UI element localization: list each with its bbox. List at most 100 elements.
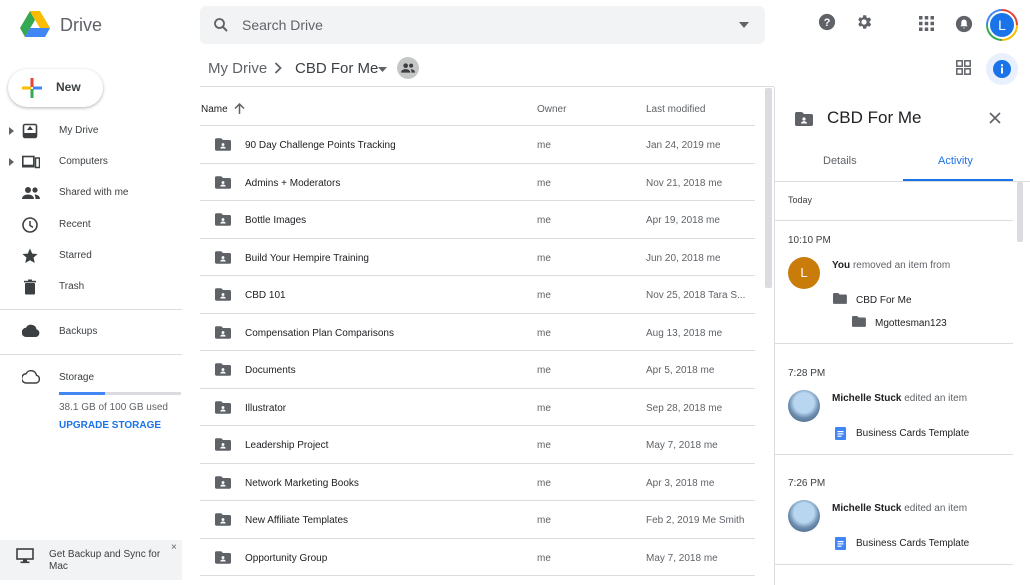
notifications-icon[interactable] bbox=[955, 15, 973, 33]
folder-menu-dropdown-icon[interactable] bbox=[378, 67, 387, 72]
help-icon[interactable]: ? bbox=[818, 13, 836, 31]
activity-item-link[interactable]: Mgottesman123 bbox=[875, 318, 947, 329]
activity-item-link[interactable]: Business Cards Template bbox=[856, 538, 969, 549]
table-row[interactable]: Illustrator me Sep 28, 2018 me bbox=[200, 389, 755, 426]
settings-icon[interactable] bbox=[855, 13, 873, 31]
account-initial: L bbox=[988, 11, 1016, 39]
file-list-scrollbar[interactable] bbox=[765, 88, 772, 288]
info-icon[interactable] bbox=[986, 53, 1018, 85]
search-options-icon[interactable] bbox=[739, 22, 749, 28]
expand-arrow-icon[interactable] bbox=[9, 158, 14, 166]
app-name[interactable]: Drive bbox=[60, 15, 102, 36]
expand-arrow-icon[interactable] bbox=[9, 127, 14, 135]
trash-icon bbox=[22, 279, 38, 295]
modified-by: me bbox=[708, 177, 723, 189]
sidebar-item-my-drive[interactable]: My Drive bbox=[0, 117, 182, 145]
modified-by: Tara S... bbox=[708, 290, 746, 301]
shared-folder-icon[interactable] bbox=[397, 57, 419, 79]
tab-activity[interactable]: Activity bbox=[938, 155, 973, 167]
shared-folder-icon bbox=[215, 138, 231, 151]
activity-scrollbar[interactable] bbox=[1017, 182, 1023, 242]
file-name[interactable]: Compensation Plan Comparisons bbox=[245, 328, 394, 339]
file-name[interactable]: CBD 101 bbox=[245, 290, 286, 301]
activity-divider bbox=[775, 343, 1013, 344]
modified-by: me bbox=[708, 327, 723, 339]
new-button[interactable]: New bbox=[8, 69, 103, 107]
star-icon bbox=[22, 248, 38, 264]
avatar[interactable]: L bbox=[788, 257, 820, 289]
breadcrumb-my-drive[interactable]: My Drive bbox=[208, 60, 267, 77]
table-row[interactable]: Documents me Apr 5, 2018 me bbox=[200, 351, 755, 389]
activity-actor[interactable]: Michelle Stuck bbox=[832, 393, 901, 404]
sidebar-item-computers[interactable]: Computers bbox=[0, 148, 182, 176]
modified-date: Sep 28, 2018 bbox=[646, 402, 706, 414]
modified-by: me bbox=[706, 215, 720, 226]
table-row[interactable]: Opportunity Group me May 7, 2018 me bbox=[200, 539, 755, 576]
column-header-name[interactable]: Name bbox=[201, 104, 228, 115]
table-row[interactable]: Build Your Hempire Training me Jun 20, 201… bbox=[200, 239, 755, 276]
tabs-divider bbox=[775, 181, 1030, 182]
activity-action: edited an item bbox=[904, 503, 968, 514]
file-name[interactable]: Documents bbox=[245, 365, 296, 376]
table-row[interactable]: Network Marketing Books me Apr 3, 2018 me bbox=[200, 464, 755, 501]
sidebar-item-storage[interactable]: Storage bbox=[0, 364, 182, 392]
file-name[interactable]: 90 Day Challenge Points Tracking bbox=[245, 140, 396, 151]
avatar[interactable] bbox=[788, 390, 820, 422]
sidebar-item-starred[interactable]: Starred bbox=[0, 242, 182, 270]
chevron-right-icon bbox=[274, 62, 282, 74]
file-name[interactable]: Illustrator bbox=[245, 403, 286, 414]
column-header-last-modified[interactable]: Last modified bbox=[646, 104, 705, 115]
search-bar[interactable]: Search Drive bbox=[200, 6, 765, 44]
activity-time: 10:10 PM bbox=[788, 235, 831, 246]
drive-logo-icon[interactable] bbox=[20, 11, 50, 38]
computers-icon bbox=[22, 154, 40, 170]
grid-view-icon[interactable] bbox=[956, 60, 971, 75]
table-row[interactable]: New Affiliate Templates me Feb 2, 2019 Me … bbox=[200, 501, 755, 539]
close-icon[interactable] bbox=[989, 112, 1001, 124]
sidebar-item-backups[interactable]: Backups bbox=[0, 318, 182, 346]
file-name[interactable]: Opportunity Group bbox=[245, 553, 327, 564]
cloud-outline-icon bbox=[22, 370, 40, 384]
apps-icon[interactable] bbox=[919, 16, 934, 31]
sidebar-divider bbox=[0, 354, 182, 355]
storage-usage-bar bbox=[59, 392, 181, 395]
backup-sync-promo[interactable]: Get Backup and Sync for Mac × bbox=[0, 540, 182, 580]
shared-folder-icon bbox=[215, 438, 231, 451]
table-row[interactable]: Leadership Project me May 7, 2018 me bbox=[200, 426, 755, 464]
account-avatar[interactable]: L bbox=[986, 9, 1018, 41]
file-name[interactable]: Build Your Hempire Training bbox=[245, 253, 369, 264]
search-icon[interactable] bbox=[212, 16, 230, 34]
file-owner: me bbox=[537, 402, 551, 414]
activity-item-link[interactable]: Business Cards Template bbox=[856, 428, 969, 439]
table-row[interactable]: Bottle Images me Apr 19, 2018 me bbox=[200, 201, 755, 239]
avatar[interactable] bbox=[788, 500, 820, 532]
clock-icon bbox=[22, 217, 38, 233]
sidebar-item-trash[interactable]: Trash bbox=[0, 273, 182, 301]
file-last-modified: Aug 13, 2018 me bbox=[646, 328, 722, 339]
sidebar-item-label: My Drive bbox=[59, 125, 99, 136]
sort-ascending-icon[interactable] bbox=[234, 103, 245, 115]
breadcrumb-current-folder[interactable]: CBD For Me bbox=[295, 60, 378, 77]
table-row[interactable]: CBD 101 me Nov 25, 2018 Tara S... bbox=[200, 276, 755, 314]
close-promo-icon[interactable]: × bbox=[171, 542, 177, 553]
file-name[interactable]: New Affiliate Templates bbox=[245, 515, 348, 526]
details-panel-title: CBD For Me bbox=[827, 108, 922, 127]
upgrade-storage-link[interactable]: UPGRADE STORAGE bbox=[59, 420, 161, 431]
file-name[interactable]: Network Marketing Books bbox=[245, 478, 359, 489]
search-input[interactable]: Search Drive bbox=[242, 17, 323, 33]
sidebar-item-shared[interactable]: Shared with me bbox=[0, 179, 182, 207]
table-row[interactable]: Compensation Plan Comparisons me Aug 13, 2… bbox=[200, 314, 755, 351]
activity-item-link[interactable]: CBD For Me bbox=[856, 295, 912, 306]
plus-icon bbox=[22, 78, 42, 98]
shared-folder-icon bbox=[795, 112, 813, 126]
activity-actor[interactable]: Michelle Stuck bbox=[832, 503, 901, 514]
file-name[interactable]: Admins + Moderators bbox=[245, 178, 340, 189]
column-header-owner[interactable]: Owner bbox=[537, 104, 566, 115]
table-row[interactable]: 90 Day Challenge Points Tracking me Jan 24… bbox=[200, 126, 755, 164]
file-name[interactable]: Leadership Project bbox=[245, 440, 328, 451]
sidebar-item-recent[interactable]: Recent bbox=[0, 211, 182, 239]
table-row[interactable]: Admins + Moderators me Nov 21, 2018 me bbox=[200, 164, 755, 201]
tab-details[interactable]: Details bbox=[823, 155, 857, 167]
activity-actor[interactable]: You bbox=[832, 260, 850, 271]
file-name[interactable]: Bottle Images bbox=[245, 215, 306, 226]
